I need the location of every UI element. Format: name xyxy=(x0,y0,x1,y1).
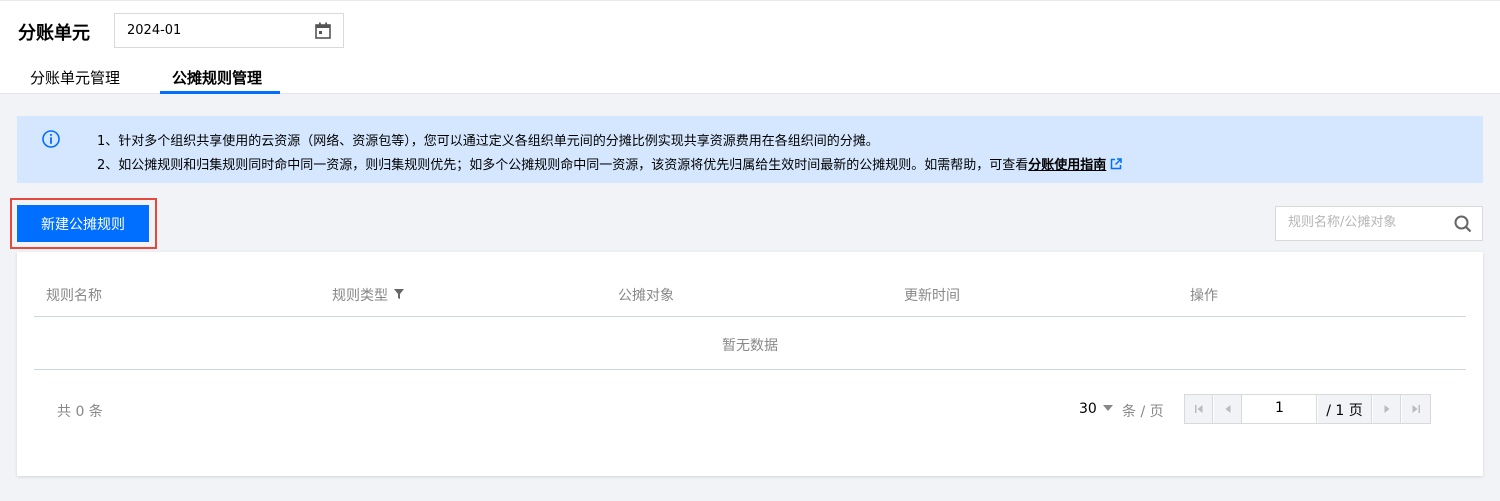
next-page-button[interactable] xyxy=(1373,395,1401,423)
last-page-icon xyxy=(1412,405,1420,413)
body-divider xyxy=(34,369,1466,370)
search-icon[interactable] xyxy=(1454,215,1472,233)
prev-page-button[interactable] xyxy=(1214,395,1242,423)
create-allocation-rule-button[interactable]: 新建公摊规则 xyxy=(17,205,149,242)
active-tab-indicator xyxy=(160,91,280,94)
page-title: 分账单元 xyxy=(18,23,90,44)
first-page-button[interactable] xyxy=(1185,395,1213,423)
prev-page-icon xyxy=(1225,405,1230,413)
chevron-down-icon[interactable] xyxy=(1102,405,1113,411)
info-icon xyxy=(42,130,60,148)
search-input[interactable] xyxy=(1288,215,1448,230)
search-box[interactable] xyxy=(1275,206,1483,241)
total-count: 共 0 条 xyxy=(57,404,103,420)
guide-link[interactable]: 分账使用指南 xyxy=(1028,158,1106,173)
page-size-unit: 条 / 页 xyxy=(1122,404,1164,420)
first-page-icon xyxy=(1194,405,1202,413)
info-notice: 1、针对多个组织共享使用的云资源（网络、资源包等），您可以通过定义各组织单元间的… xyxy=(17,116,1483,183)
page-total: / 1 页 xyxy=(1318,395,1372,423)
column-rule-type-label: 规则类型 xyxy=(332,288,388,304)
last-page-button[interactable] xyxy=(1402,395,1430,423)
pagination: 1 / 1 页 xyxy=(1184,394,1431,424)
calendar-icon[interactable] xyxy=(315,22,331,39)
page-size-value: 30 xyxy=(1079,401,1097,417)
external-link-icon[interactable] xyxy=(1110,158,1123,170)
column-actions: 操作 xyxy=(1190,288,1218,304)
month-value: 2024-01 xyxy=(127,23,182,38)
notice-line-2: 2、如公摊规则和归集规则同时命中同一资源，则归集规则优先；如多个公摊规则命中同一… xyxy=(97,154,1123,173)
column-rule-name: 规则名称 xyxy=(46,288,102,304)
filter-icon[interactable] xyxy=(394,289,404,299)
notice-line-2-text: 2、如公摊规则和归集规则同时命中同一资源，则归集规则优先；如多个公摊规则命中同一… xyxy=(97,158,1029,173)
month-picker[interactable]: 2024-01 xyxy=(114,13,344,48)
rules-table: 规则名称 规则类型 公摊对象 更新时间 操作 暂无数据 共 0 条 30 条 /… xyxy=(17,252,1483,476)
notice-line-1: 1、针对多个组织共享使用的云资源（网络、资源包等），您可以通过定义各组织单元间的… xyxy=(97,134,879,149)
empty-state: 暂无数据 xyxy=(722,338,778,354)
page-number-input[interactable]: 1 xyxy=(1243,395,1317,423)
column-rule-type: 规则类型 xyxy=(332,285,404,305)
page-size-select[interactable]: 30 xyxy=(1079,401,1113,417)
tab-allocation-rules[interactable]: 公摊规则管理 xyxy=(172,67,262,88)
tab-unit-management[interactable]: 分账单元管理 xyxy=(30,67,120,88)
column-update-time: 更新时间 xyxy=(904,288,960,304)
next-page-icon xyxy=(1384,405,1389,413)
header-divider xyxy=(34,316,1466,317)
column-allocation-target: 公摊对象 xyxy=(618,288,674,304)
page-header: 分账单元 2024-01 分账单元管理 公摊规则管理 xyxy=(0,0,1500,94)
